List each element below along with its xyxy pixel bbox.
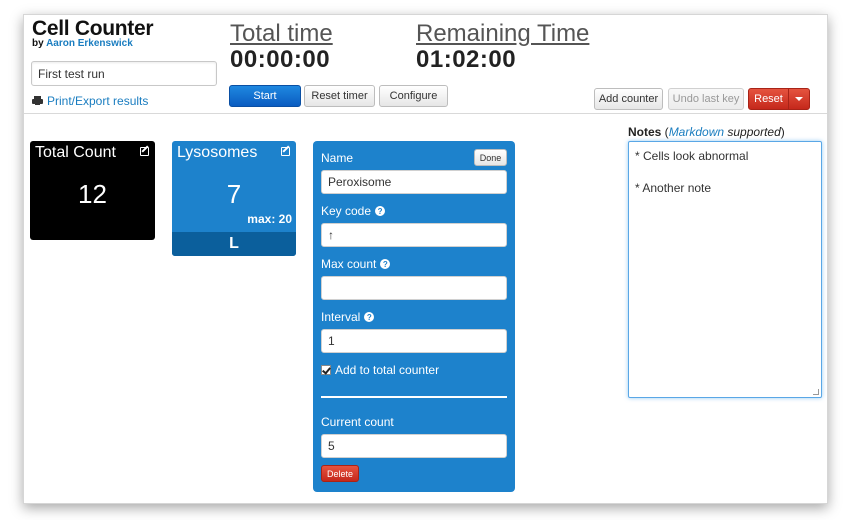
done-button[interactable]: Done	[474, 149, 507, 166]
help-icon[interactable]: ?	[375, 206, 386, 216]
caret-down-icon	[795, 97, 803, 101]
byline-prefix: by	[32, 38, 47, 49]
current-count-label-text: Current count	[321, 415, 394, 429]
markdown-link[interactable]: Markdown	[669, 125, 724, 139]
current-count-label: Current count	[321, 415, 394, 429]
lysosomes-max: max: 20	[247, 212, 292, 226]
notes-label: Notes (Markdown supported)	[628, 125, 785, 139]
reset-button[interactable]: Reset	[748, 88, 789, 110]
reset-timer-button[interactable]: Reset timer	[304, 85, 375, 107]
notes-supported-text: supported	[724, 125, 781, 139]
printer-icon	[32, 96, 43, 106]
app-window: Cell Counter by Aaron Erkenswick Print/E…	[23, 14, 828, 504]
interval-label: Interval?	[321, 310, 375, 324]
byline: by Aaron Erkenswick	[32, 38, 133, 49]
total-count-title: Total Count	[35, 144, 116, 161]
help-icon[interactable]: ?	[364, 312, 375, 322]
print-export-link[interactable]: Print/Export results	[32, 94, 148, 108]
notes-line-2: * Another note	[635, 181, 712, 195]
remaining-time-value: 01:02:00	[416, 46, 517, 73]
key-code-label-text: Key code	[321, 204, 372, 218]
notes-label-text: Notes	[628, 125, 662, 139]
print-export-label: Print/Export results	[47, 94, 149, 108]
max-count-input[interactable]	[321, 276, 507, 300]
start-button[interactable]: Start	[229, 85, 301, 107]
notes-paren-close: )	[780, 125, 785, 139]
remaining-time-label: Remaining Time	[416, 20, 590, 47]
total-count-tile[interactable]: Total Count 12	[30, 141, 155, 240]
total-time-label: Total time	[230, 20, 333, 47]
interval-label-text: Interval	[321, 310, 361, 324]
max-count-label-text: Max count	[321, 257, 377, 271]
counter-editor-panel: Name Done Key code? Max count? Interval?…	[313, 141, 515, 492]
edit-icon[interactable]	[281, 147, 290, 156]
interval-input[interactable]	[321, 329, 507, 353]
author-link[interactable]: Aaron Erkenswick	[46, 38, 133, 49]
notes-line-1: * Cells look abnormal	[635, 149, 749, 163]
add-counter-button[interactable]: Add counter	[594, 88, 663, 110]
name-label: Name	[321, 151, 353, 165]
lysosomes-tile[interactable]: Lysosomes 7 max: 20 L	[172, 141, 296, 256]
key-code-input[interactable]	[321, 223, 507, 247]
lysosomes-count: 7	[226, 179, 242, 209]
name-label-text: Name	[321, 151, 354, 165]
reset-dropdown-toggle[interactable]	[788, 88, 810, 110]
edit-icon[interactable]	[140, 147, 149, 156]
lysosomes-key-badge: L	[172, 232, 296, 256]
name-input[interactable]	[321, 170, 507, 194]
notes-paren-open: (	[661, 125, 669, 139]
header-divider	[24, 113, 827, 114]
key-code-label: Key code?	[321, 204, 386, 218]
add-to-total-label: Add to total counter	[335, 363, 440, 377]
add-to-total-checkbox[interactable]	[321, 365, 331, 375]
current-count-input[interactable]	[321, 434, 507, 458]
help-icon[interactable]: ?	[380, 259, 391, 269]
notes-textarea[interactable]: * Cells look abnormal * Another note	[628, 141, 822, 398]
configure-button[interactable]: Configure	[379, 85, 448, 107]
undo-last-key-button[interactable]: Undo last key	[668, 88, 744, 110]
max-count-label: Max count?	[321, 257, 391, 271]
total-time-value: 00:00:00	[230, 46, 331, 73]
resize-handle[interactable]	[813, 389, 819, 395]
form-divider	[321, 396, 507, 398]
run-name-input[interactable]	[31, 61, 217, 86]
add-to-total-row[interactable]: Add to total counter	[321, 363, 439, 377]
delete-button[interactable]: Delete	[321, 465, 359, 482]
total-count-value: 12	[78, 179, 107, 209]
lysosomes-title: Lysosomes	[177, 144, 258, 161]
